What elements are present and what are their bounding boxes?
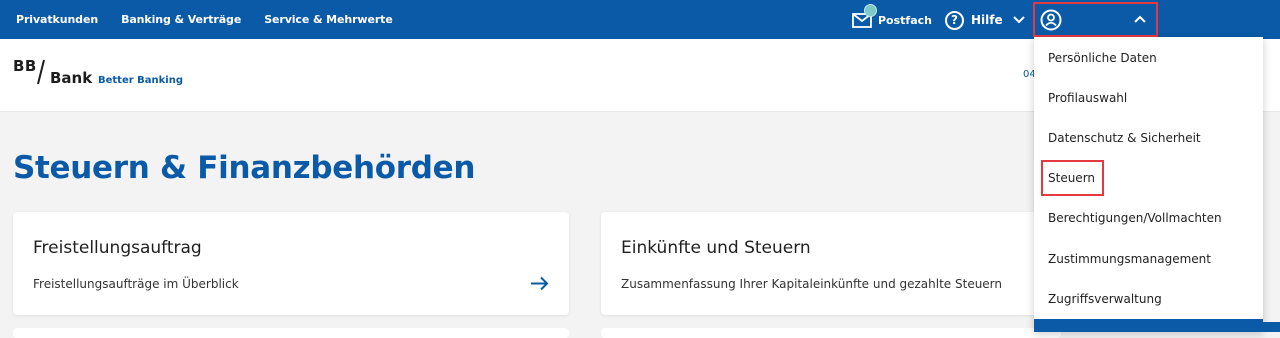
help-icon: ?: [945, 10, 964, 30]
profile-menu-button[interactable]: [1033, 2, 1158, 37]
menu-bottom-bar: [1034, 319, 1263, 332]
logo-tagline: Better Banking: [98, 75, 184, 86]
notification-badge: [864, 4, 877, 17]
card-partial: [601, 328, 1061, 338]
help-menu-button[interactable]: ? Hilfe: [945, 9, 1025, 31]
help-label: Hilfe: [971, 13, 1003, 27]
top-navigation-bar: Privatkunden Banking & Verträge Service …: [0, 0, 1280, 39]
nav-item-banking-vertraege[interactable]: Banking & Verträge: [121, 13, 241, 26]
nav-item-privatkunden[interactable]: Privatkunden: [16, 13, 98, 26]
chevron-down-icon: [1012, 16, 1025, 24]
menu-item-zustimmungsmanagement[interactable]: Zustimmungsmanagement: [1048, 252, 1211, 266]
nav-item-service-mehrwerte[interactable]: Service & Mehrwerte: [264, 13, 393, 26]
user-icon: [1040, 9, 1062, 30]
card-subtitle: Freistellungsaufträge im Überblick: [33, 277, 239, 291]
postfach-label: Postfach: [878, 13, 932, 27]
main-nav: Privatkunden Banking & Verträge Service …: [16, 0, 416, 39]
card-freistellungsauftrag[interactable]: Freistellungsauftrag Freistellungsaufträ…: [13, 212, 569, 315]
page-title: Steuern & Finanzbehörden: [13, 150, 476, 186]
menu-item-persoenliche-daten[interactable]: Persönliche Daten: [1048, 51, 1157, 65]
menu-item-steuern[interactable]: Steuern: [1048, 171, 1095, 185]
menu-item-zugriffsverwaltung[interactable]: Zugriffsverwaltung: [1048, 292, 1162, 306]
card-partial: [13, 328, 569, 338]
side-tab[interactable]: [1263, 322, 1280, 332]
profile-dropdown-menu: Persönliche Daten Profilauswahl Datensch…: [1034, 37, 1263, 332]
card-title: Einkünfte und Steuern: [621, 238, 811, 258]
logo-slash: [37, 59, 45, 85]
card-einkuenfte-steuern[interactable]: Einkünfte und Steuern Zusammenfassung Ih…: [601, 212, 1061, 315]
card-subtitle: Zusammenfassung Ihrer Kapitaleinkünfte u…: [621, 277, 1003, 291]
logo-bb: BB: [13, 57, 37, 75]
arrow-right-icon[interactable]: [530, 276, 549, 291]
menu-item-profilauswahl[interactable]: Profilauswahl: [1048, 91, 1127, 105]
menu-item-berechtigungen-vollmachten[interactable]: Berechtigungen/Vollmachten: [1048, 211, 1222, 225]
card-title: Freistellungsauftrag: [33, 238, 202, 258]
chevron-up-icon: [1134, 15, 1146, 23]
logo-bank: Bank: [50, 69, 93, 87]
menu-item-datenschutz-sicherheit[interactable]: Datenschutz & Sicherheit: [1048, 131, 1201, 145]
